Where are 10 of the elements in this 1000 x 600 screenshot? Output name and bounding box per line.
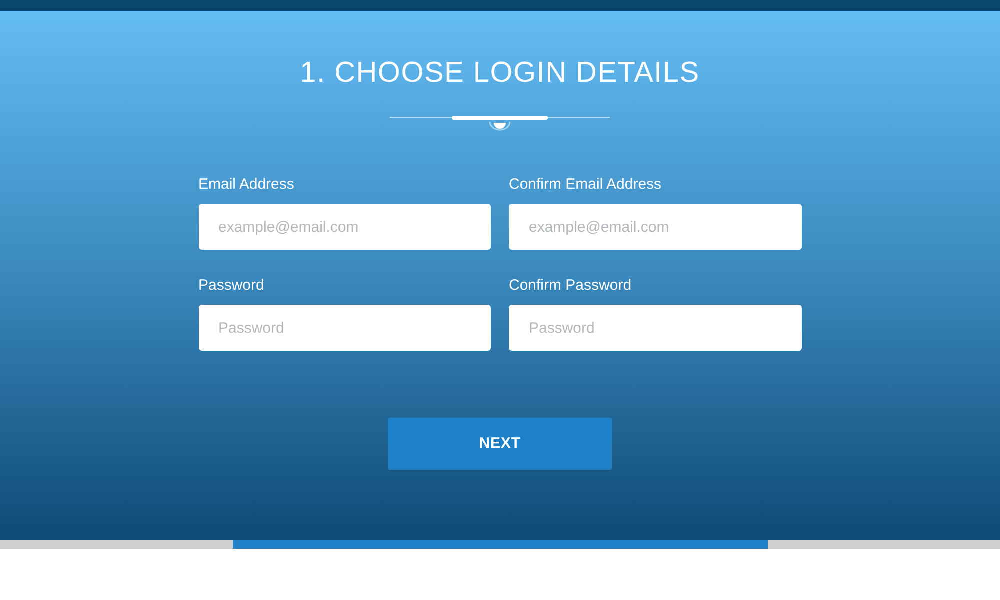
field-label: Email Address: [198, 176, 296, 194]
next-button[interactable]: NEXT: [388, 418, 612, 470]
field-label: Confirm Password: [509, 277, 633, 295]
input-field[interactable]: example@email.com: [198, 204, 491, 250]
field-label: Confirm Email Address: [509, 176, 663, 194]
field-label: Password: [198, 277, 266, 295]
form-title: 1. CHOOSE LOGIN DETAILS: [300, 56, 700, 91]
input-field[interactable]: example@email.com: [509, 204, 802, 250]
input-field[interactable]: Password: [198, 305, 491, 351]
input-field[interactable]: Password: [509, 305, 802, 351]
